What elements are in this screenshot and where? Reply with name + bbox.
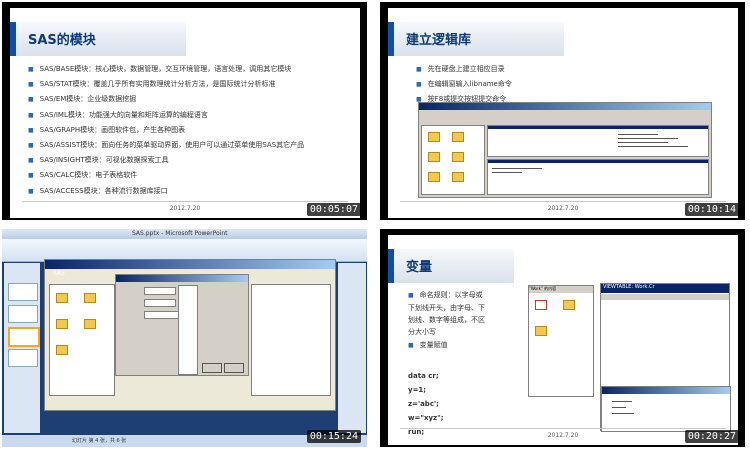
sas-explorer [49,284,115,396]
folder-icon [56,293,68,303]
slide-title-bar: 变量 [388,249,514,283]
video-thumbnail-1[interactable]: SAS的模块 SAS/BASE模块：核心模块，数据管理，交互环境管理，语言处理，… [2,2,367,220]
explorer-pane [421,125,485,195]
code-line: w="xyz"; [408,414,444,422]
sas-app-window: SAS [44,259,336,411]
folder-icon [452,152,464,162]
bullet-item: SAS/GRAPH模块：画图软件包，产生各种图表 [28,123,358,138]
folder-icon [428,172,440,182]
sas-window-screenshot [418,102,712,198]
bullet-list: 命名规则：以字母或下划线开头，由字母、下划线、数字等组成，不区分大小写 变量赋值 [408,289,488,353]
bullet-item: SAS/IML模块：功能强大的向量和矩阵运算的编程语言 [28,108,358,123]
slide-title-bar: SAS的模块 [10,22,186,56]
code-line: y=1; [408,386,427,394]
slide-title: 变量 [406,260,433,275]
right-taskpane [338,263,366,433]
viewtable-title: VIEWTABLE: Work.Cr [601,284,729,293]
program-editor [601,386,731,432]
bullet-item: SAS/STAT模块：覆盖几乎所有实用数理统计分析方法，是国际统计分析标准 [28,77,358,92]
cancel-button[interactable] [224,363,244,373]
bullet-item: 在编辑窗输入libname命令 [416,77,738,92]
video-thumbnail-4[interactable]: 变量 命名规则：以字母或下划线开头，由字母、下划线、数字等组成，不区分大小写 变… [380,229,745,447]
dialog-titlebar [116,275,248,282]
sas-log-pane [251,284,331,396]
video-thumbnail-2[interactable]: 建立逻辑库 先在硬盘上建立相应目录 在编辑窗输入libname命令 按F8或提交… [380,2,745,220]
folder-icon [84,293,96,303]
explorer-title: "Work" 的内容 [529,286,593,293]
bullet-item: SAS/ACCESS模块：各种流行数据库接口 [28,184,358,199]
folder-icon [428,132,440,142]
video-timestamp: 00:10:14 [684,203,739,216]
bullet-item: SAS/BASE模块：核心模块，数据管理，交互环境管理，语言处理，调用其它模块 [28,62,358,77]
slide: 建立逻辑库 先在硬盘上建立相应目录 在编辑窗输入libname命令 按F8或提交… [388,8,738,218]
bullet-list: SAS/BASE模块：核心模块，数据管理，交互环境管理，语言处理，调用其它模块 … [28,62,358,199]
dialog-input[interactable] [144,287,176,295]
bullet-item: SAS/CALC模块：电子表格软件 [28,168,358,183]
slides-pane [4,263,40,433]
folder-icon [428,152,440,162]
code-line: data cr; [408,372,439,380]
folder-icon [452,172,464,182]
sas-titlebar: SAS [45,260,335,277]
folder-icon [563,300,575,310]
sas-app-title: SAS [53,270,65,277]
folder-icon [452,132,464,142]
slide-title: 建立逻辑库 [406,33,472,48]
video-timestamp: 00:20:27 [684,430,739,443]
slide-title: SAS的模块 [28,33,96,48]
bullet-item: 变量赋值 [408,338,488,353]
folder-icon [56,319,68,329]
viewtable-window: VIEWTABLE: Work.Cr [600,283,731,432]
bullet-item: SAS/INSIGHT模块：可视化数据探索工具 [28,153,358,168]
folder-icon [535,326,547,336]
window-title: SAS.pptx - Microsoft PowerPoint [132,230,228,237]
folder-icon [56,345,68,355]
dropdown-list[interactable] [178,285,198,375]
video-timestamp: 00:15:24 [306,430,361,443]
bullet-list: 先在硬盘上建立相应目录 在编辑窗输入libname命令 按F8或提交按钮提交命令 [416,62,738,108]
bullet-item: 命名规则：以字母或下划线开头，由字母、下划线、数字等组成，不区分大小写 [408,289,488,338]
window-titlebar [419,103,711,110]
slide: 变量 命名规则：以字母或下划线开头，由字母、下划线、数字等组成，不区分大小写 变… [388,235,738,445]
slide-title-bar: 建立逻辑库 [388,22,564,56]
folder-icon [84,319,96,329]
bullet-item: SAS/ASSIST模块：面向任务的菜单驱动界面，使用户可以通过菜单使用SAS其… [28,138,358,153]
bullet-item: 先在硬盘上建立相应目录 [416,62,738,77]
log-pane [487,125,709,157]
ok-button[interactable] [202,363,222,373]
editor-titlebar [602,387,730,394]
editor-pane [487,159,709,195]
video-timestamp: 00:05:07 [306,203,361,216]
dataset-icon [535,300,547,310]
slide: SAS的模块 SAS/BASE模块：核心模块，数据管理，交互环境管理，语言处理，… [10,8,360,218]
bullet-item: SAS/EM模块：企业级数据挖掘 [28,92,358,107]
dialog-input[interactable] [144,299,176,307]
dialog-window [115,274,249,376]
video-thumbnail-3[interactable]: SAS.pptx - Microsoft PowerPoint SAS 幻灯片 … [2,229,367,447]
powerpoint-titlebar: SAS.pptx - Microsoft PowerPoint [2,229,367,239]
work-explorer-window: "Work" 的内容 [528,285,594,397]
code-line: z='abc'; [408,400,439,408]
status-text: 幻灯片 第 4 张，共 6 张 [72,438,127,444]
